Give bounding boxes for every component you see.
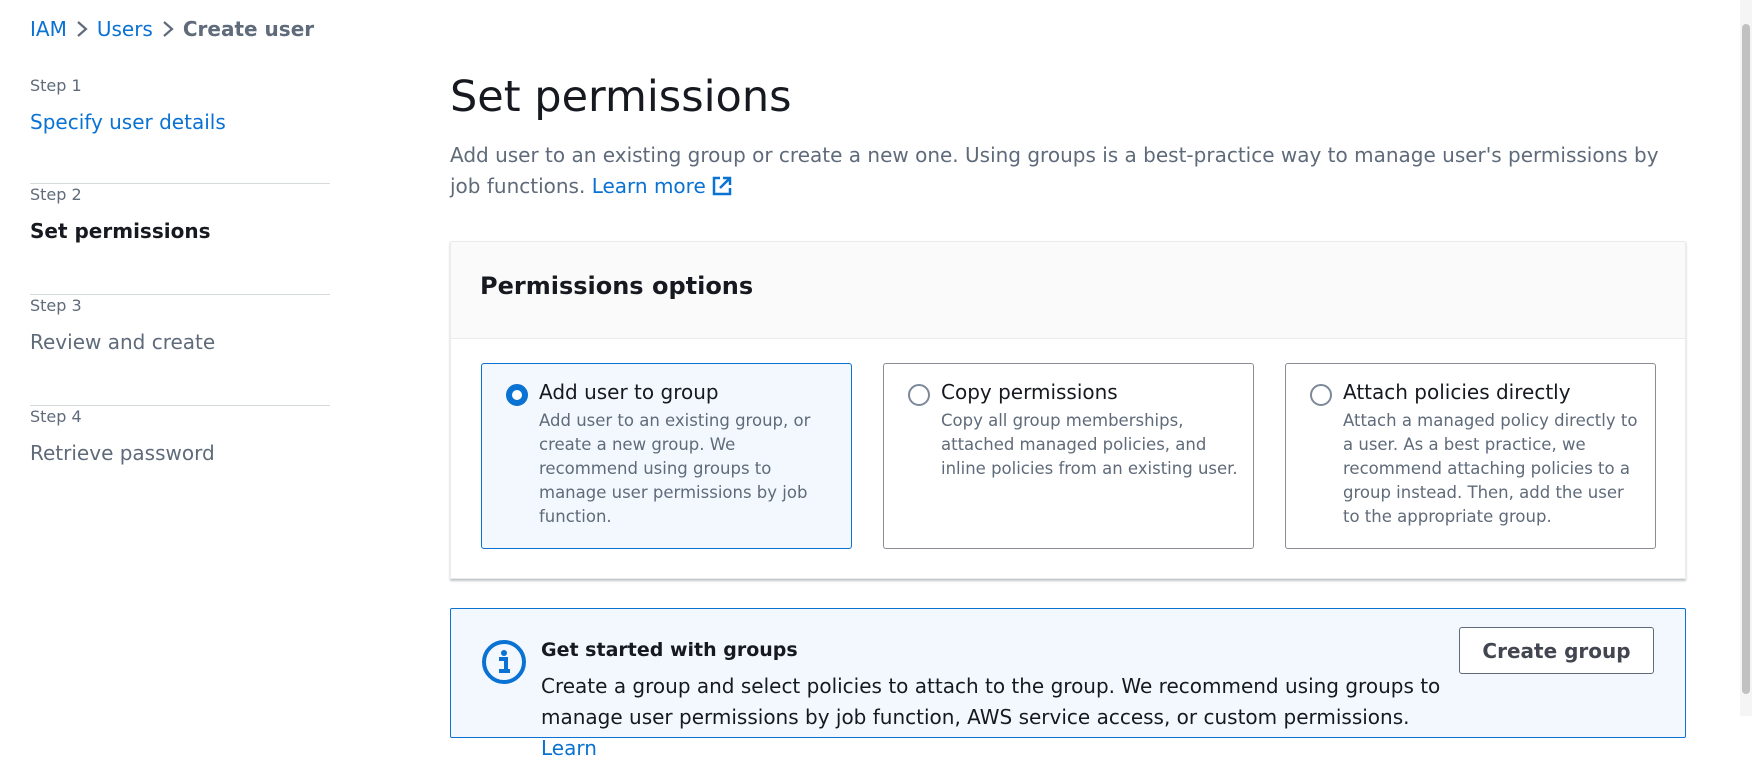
option-description: Copy all group memberships, attached man…: [941, 411, 1238, 478]
step-4: Step 4 Retrieve password: [30, 406, 330, 517]
step-label-set-permissions: Set permissions: [30, 219, 211, 243]
step-number: Step 1: [30, 76, 82, 95]
scrollbar-thumb[interactable]: [1742, 24, 1750, 694]
option-add-user-to-group[interactable]: Add user to group Add user to an existin…: [481, 363, 852, 549]
step-1: Step 1 Specify user details: [30, 73, 330, 184]
step-link-specify-user-details[interactable]: Specify user details: [30, 109, 330, 135]
option-title: Add user to group: [539, 380, 719, 404]
page-title: Set permissions: [450, 72, 792, 122]
permission-option-tiles: Add user to group Add user to an existin…: [481, 363, 1656, 549]
step-2: Step 2 Set permissions: [30, 184, 330, 295]
create-group-button[interactable]: Create group: [1459, 627, 1654, 674]
page-scrollbar[interactable]: [1740, 0, 1752, 716]
option-description: Add user to an existing group, or create…: [539, 411, 811, 526]
radio-button-checked[interactable]: [506, 384, 528, 406]
step-number: Step 4: [30, 407, 82, 426]
learn-more-label: Learn more: [591, 174, 706, 198]
breadcrumb-users-link[interactable]: Users: [97, 17, 153, 41]
panel-header: Permissions options: [451, 242, 1685, 339]
radio-button[interactable]: [1310, 384, 1332, 406]
breadcrumb-iam-link[interactable]: IAM: [30, 17, 67, 41]
option-title: Attach policies directly: [1343, 380, 1571, 404]
option-title: Copy permissions: [941, 380, 1118, 404]
breadcrumb-current: Create user: [182, 17, 315, 41]
option-copy-permissions[interactable]: Copy permissions Copy all group membersh…: [883, 363, 1254, 549]
external-link-icon: [712, 176, 731, 196]
learn-more-link[interactable]: Learn more: [592, 174, 733, 198]
alert-text: Create a group and select policies to at…: [541, 671, 1441, 764]
wizard-steps: Step 1 Specify user details Step 2 Set p…: [30, 73, 330, 517]
alert-body: Create a group and select policies to at…: [541, 674, 1441, 729]
step-label-review-and-create: Review and create: [30, 330, 216, 354]
chevron-right-icon: [67, 20, 97, 38]
breadcrumb: IAM Users Create user: [30, 16, 314, 42]
radio-button[interactable]: [908, 384, 930, 406]
page-description: Add user to an existing group or create …: [450, 140, 1686, 202]
info-icon: [482, 640, 526, 684]
option-attach-policies-directly[interactable]: Attach policies directly Attach a manage…: [1285, 363, 1656, 549]
step-label-retrieve-password: Retrieve password: [30, 441, 215, 465]
alert-title: Get started with groups: [541, 639, 798, 661]
info-alert: Get started with groups Create a group a…: [450, 608, 1686, 760]
permissions-options-panel: Permissions options Add user to group Ad…: [450, 241, 1686, 579]
step-number: Step 3: [30, 296, 82, 315]
option-description: Attach a managed policy directly to a us…: [1343, 411, 1638, 526]
step-3: Step 3 Review and create: [30, 295, 330, 406]
alert-learn-link[interactable]: Learn: [541, 736, 597, 760]
panel-title: Permissions options: [480, 272, 754, 300]
chevron-right-icon: [153, 20, 183, 38]
step-number: Step 2: [30, 185, 82, 204]
